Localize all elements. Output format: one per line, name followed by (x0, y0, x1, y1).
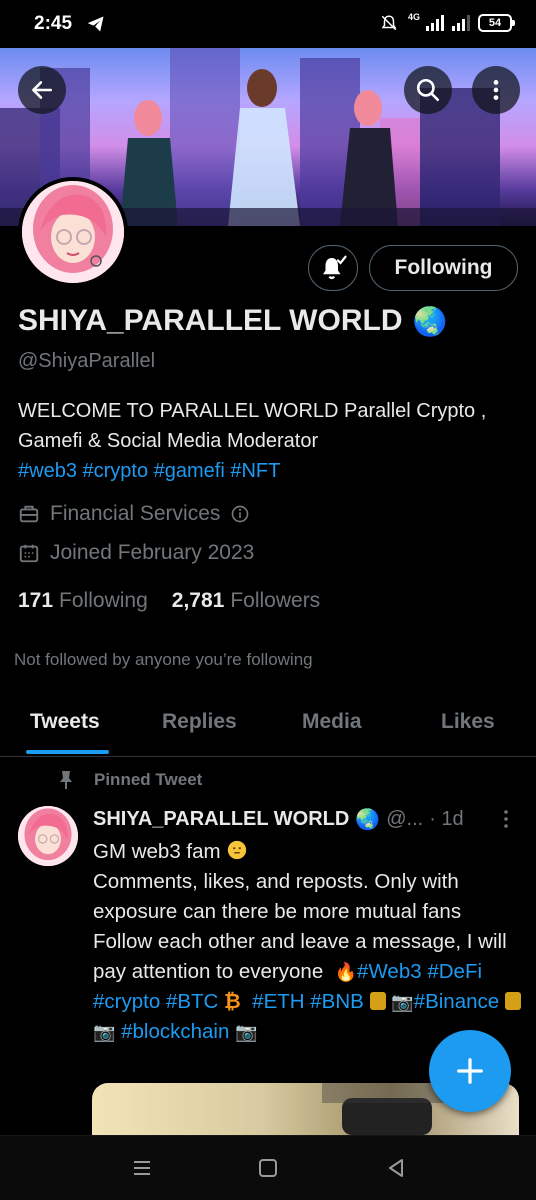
followers-label: Followers (230, 589, 321, 612)
info-icon[interactable] (230, 504, 250, 524)
mute-icon (381, 15, 397, 31)
tweet-avatar-image (18, 806, 78, 866)
more-vertical-icon (493, 80, 499, 100)
camera-emoji-3: 📷 (235, 1022, 258, 1042)
category-text: Financial Services (50, 502, 221, 525)
tweet-author-name[interactable]: SHIYA_PARALLEL WORLD (93, 808, 349, 831)
profile-tabs: Tweets Replies Media Likes (0, 700, 536, 756)
telegram-icon (87, 16, 104, 32)
home-icon[interactable] (256, 1156, 280, 1180)
display-name-text: SHIYA_PARALLEL WORLD (18, 304, 403, 337)
pin-icon (60, 771, 72, 789)
status-icons: 4G 54 (380, 12, 515, 33)
binance-badge-icon (504, 992, 521, 1010)
tab-tweets[interactable]: Tweets (30, 710, 100, 734)
tweet-author-emoji: 🌏 (355, 809, 381, 831)
back-button[interactable] (18, 66, 66, 114)
profile-display-name: SHIYA_PARALLEL WORLD 🌏 (18, 304, 447, 338)
profile-bio: WELCOME TO PARALLEL WORLD Parallel Crypt… (18, 396, 518, 486)
battery-level: 54 (488, 17, 502, 29)
hashtag-blockchain[interactable]: #blockchain (121, 1020, 229, 1043)
profile-joined: Joined February 2023 (18, 541, 254, 565)
plus-icon (457, 1058, 483, 1084)
avatar-image (22, 181, 124, 283)
profile-handle: @ShiyaParallel (18, 350, 156, 372)
hashtag-crypto[interactable]: #crypto (93, 990, 160, 1013)
following-label: Following (59, 589, 148, 612)
tweet-more-icon[interactable] (498, 808, 514, 832)
pinned-label: Pinned Tweet (58, 770, 202, 790)
search-icon (416, 78, 440, 102)
following-stat[interactable]: 171 Following (18, 589, 148, 613)
tweet-line1: GM web3 fam (93, 840, 221, 863)
bnb-badge-icon (369, 992, 386, 1010)
back-arrow-icon (32, 81, 52, 99)
follow-stats: 171 Following 2,781 Followers (18, 589, 320, 613)
profile-avatar[interactable] (18, 177, 128, 287)
signal-icon-2 (452, 15, 470, 31)
compose-tweet-button[interactable] (429, 1030, 511, 1112)
network-type: 4G (407, 12, 420, 22)
more-options-button[interactable] (472, 66, 520, 114)
hashtag-bnb[interactable]: #BNB (310, 990, 364, 1013)
profile-category: Financial Services (18, 502, 250, 526)
status-bar: 2:45 4G 54 (0, 0, 536, 48)
pinned-text: Pinned Tweet (94, 770, 203, 789)
tweet-time: · 1d (429, 808, 464, 830)
tweet-body: GM web3 fam Comments, likes, and reposts… (93, 837, 523, 1047)
following-count: 171 (18, 589, 54, 612)
following-button[interactable]: Following (369, 245, 518, 291)
hashtag-web3[interactable]: #Web3 (357, 960, 422, 983)
hashtag-binance[interactable]: #Binance (414, 990, 499, 1013)
followers-count: 2,781 (171, 589, 225, 612)
tab-media[interactable]: Media (302, 710, 362, 734)
tab-replies[interactable]: Replies (162, 710, 237, 734)
tweet-header: SHIYA_PARALLEL WORLD 🌏 @... · 1d (93, 807, 464, 832)
camera-emoji-2: 📷 (93, 1022, 116, 1042)
search-button[interactable] (404, 66, 452, 114)
tabs-divider (0, 756, 536, 757)
bio-hashtags[interactable]: #web3 #crypto #gamefi #NFT (18, 460, 280, 482)
notifications-button[interactable] (308, 245, 358, 291)
briefcase-icon (19, 505, 39, 523)
battery-icon: 54 (478, 14, 515, 32)
not-followed-notice: Not followed by anyone you’re following (14, 650, 313, 669)
back-icon[interactable] (384, 1156, 408, 1180)
bio-text: WELCOME TO PARALLEL WORLD Parallel Crypt… (18, 400, 487, 452)
camera-emoji: 📷 (391, 992, 414, 1012)
salute-face-icon (228, 840, 247, 860)
hashtag-btc[interactable]: #BTC (166, 990, 218, 1013)
hashtag-defi[interactable]: #DeFi (427, 960, 482, 983)
joined-text: Joined February 2023 (50, 541, 255, 564)
tweet-author-avatar[interactable] (18, 806, 78, 866)
active-tab-indicator (26, 750, 109, 754)
tab-likes[interactable]: Likes (441, 710, 495, 734)
bell-check-icon (323, 255, 347, 280)
system-nav-bar (0, 1135, 536, 1200)
globe-emoji: 🌏 (412, 305, 448, 337)
calendar-icon (19, 544, 39, 563)
followers-stat[interactable]: 2,781 Followers (172, 589, 320, 613)
tweet-author-handle: @... (386, 808, 424, 830)
signal-icon (426, 15, 444, 31)
fire-emoji: 🔥 (334, 962, 358, 982)
status-time: 2:45 (34, 13, 73, 34)
hashtag-eth[interactable]: #ETH (252, 990, 304, 1013)
bitcoin-emoji: ₿ (224, 990, 241, 1013)
recent-apps-icon[interactable] (130, 1156, 154, 1180)
